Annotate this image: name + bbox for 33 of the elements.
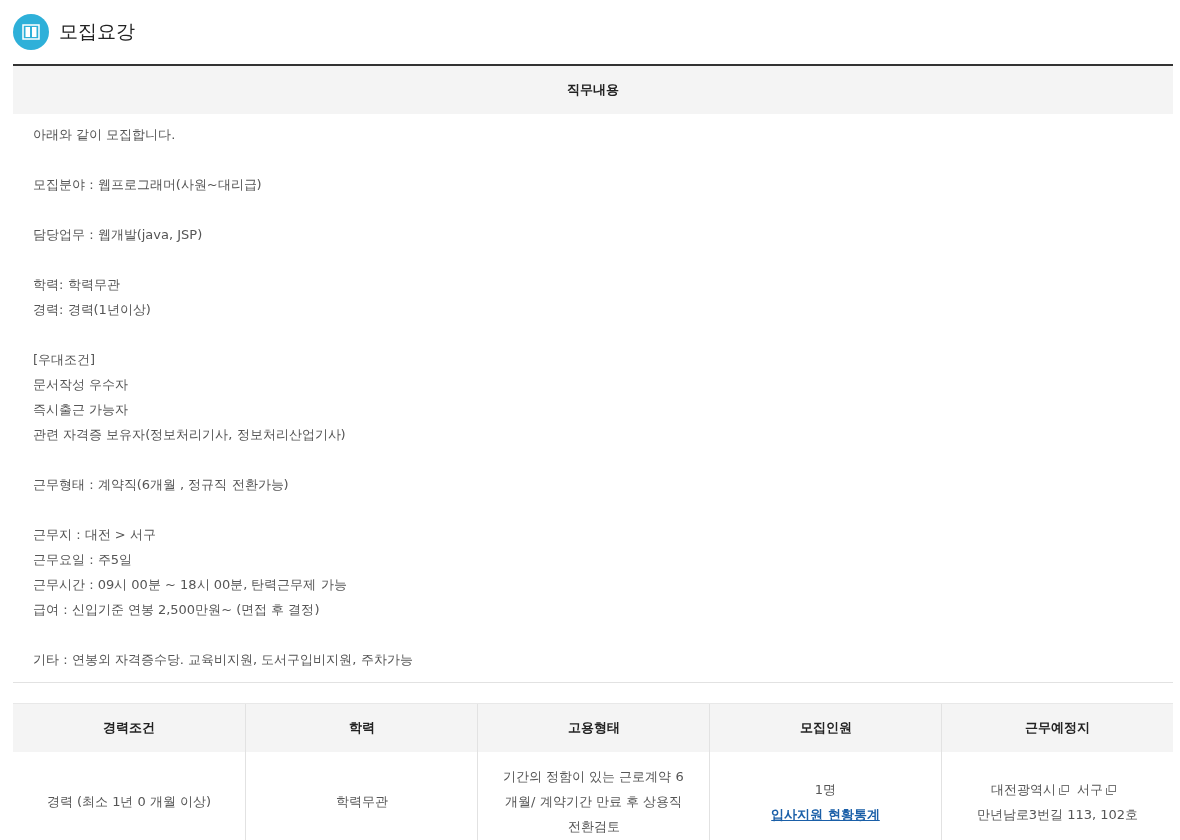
column-header: 학력 xyxy=(245,704,477,752)
external-link-icon[interactable] xyxy=(1059,785,1069,795)
description-line: 근무요일 : 주5일 xyxy=(33,551,133,569)
section-header: 직무내용 xyxy=(13,66,1173,114)
address-text: 서구 xyxy=(1077,781,1103,797)
description-line: 아래와 같이 모집합니다. xyxy=(33,126,177,144)
description-line: 근무형태 : 계약직(6개월 , 정규직 전환가능) xyxy=(33,476,290,494)
description-line: 담당업무 : 웹개발(java, JSP) xyxy=(33,226,204,244)
description-line: 학력: 학력무관 xyxy=(33,276,121,294)
book-icon xyxy=(22,24,40,40)
column-header: 모집인원 xyxy=(709,704,941,752)
address-text: 만년남로3번길 113, 102호 xyxy=(976,805,1139,824)
description-line: 모집분야 : 웹프로그래머(사원~대리급) xyxy=(33,176,263,194)
table-cell-text: 경력 (최소 1년 0 개월 이상) xyxy=(46,793,212,811)
description-line: [우대조건] xyxy=(33,351,97,369)
description-line: 즉시출근 가능자 xyxy=(33,401,130,419)
table-cell-text: 학력무관 xyxy=(335,793,388,811)
description-line: 급여 : 신입기준 연봉 2,500만원~ (면접 후 결정) xyxy=(33,601,321,619)
description-line: 문서작성 우수자 xyxy=(33,376,130,394)
column-header: 고용형태 xyxy=(477,704,709,752)
column-header: 근무예정지 xyxy=(941,704,1173,752)
description-line: 근무시간 : 09시 00분 ~ 18시 00분, 탄력근무제 가능 xyxy=(33,576,348,594)
section-title: 모집요강 xyxy=(59,19,135,44)
table-cell-text: 기간의 정함이 있는 근로계약 6개월/ 계약기간 만료 후 상용직 전환검토 xyxy=(502,768,685,836)
external-link-icon[interactable] xyxy=(1106,785,1116,795)
column-header: 경력조건 xyxy=(13,704,245,752)
description-line: 기타 : 연봉외 자격증수당. 교육비지원, 도서구입비지원, 주차가능 xyxy=(33,651,414,669)
address-text: 대전광역시 xyxy=(991,781,1056,797)
description-line: 경력: 경력(1년이상) xyxy=(33,301,152,319)
description-line: 근무지 : 대전 > 서구 xyxy=(33,526,157,544)
description-line: 관련 자격증 보유자(정보처리기사, 정보처리산업기사) xyxy=(33,426,347,444)
stats-link[interactable]: 입사지원 현황통계 xyxy=(771,801,880,827)
table-cell-text: 1명 xyxy=(814,780,837,799)
